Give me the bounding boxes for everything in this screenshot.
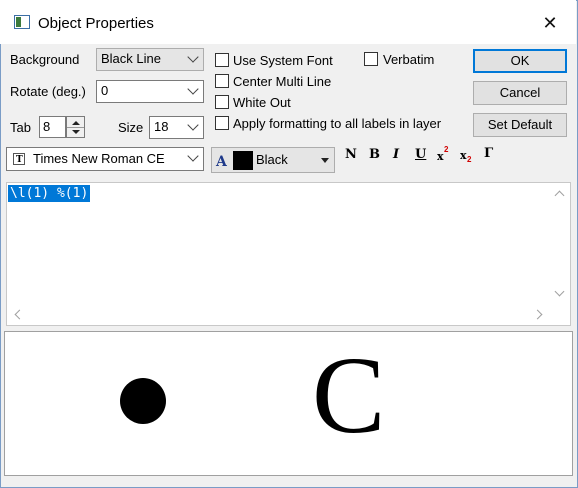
use-system-font-checkbox[interactable] <box>215 53 229 67</box>
superscript-button[interactable]: x 2 <box>437 145 453 163</box>
selected-label-text[interactable]: \l(1) %(1) <box>8 185 91 202</box>
color-value: Black <box>256 152 288 167</box>
tab-input[interactable]: 8 <box>39 116 66 138</box>
center-multi-line-label: Center Multi Line <box>233 74 332 89</box>
app-icon <box>14 15 30 29</box>
ok-button[interactable]: OK <box>473 49 567 73</box>
arrow-up-icon[interactable] <box>72 121 80 125</box>
bold-button[interactable]: B <box>369 147 380 162</box>
color-select[interactable]: A Black <box>211 147 335 173</box>
greek-button[interactable]: Γ <box>484 146 493 161</box>
color-swatch <box>233 151 253 170</box>
subscript-base: x <box>460 149 467 162</box>
font-color-icon: A <box>216 154 227 170</box>
verbatim-label: Verbatim <box>383 52 435 67</box>
size-value: 18 <box>154 119 169 134</box>
dropdown-arrow-icon <box>321 158 329 163</box>
apply-formatting-label: Apply formatting to all labels in layer <box>233 116 442 131</box>
arrow-down-icon[interactable] <box>72 130 80 134</box>
center-multi-line-checkbox[interactable] <box>215 74 229 88</box>
cancel-button[interactable]: Cancel <box>473 81 567 105</box>
white-out-label: White Out <box>233 95 291 110</box>
scroll-right-icon[interactable] <box>532 309 543 320</box>
vertical-scrollbar[interactable] <box>550 184 568 304</box>
preview-letter: C <box>312 334 386 456</box>
verbatim-checkbox[interactable] <box>364 52 378 66</box>
size-select[interactable]: 18 <box>149 116 204 139</box>
background-value: Black Line <box>101 51 161 66</box>
subscript-mark: 2 <box>467 155 472 164</box>
font-value: Times New Roman CE <box>33 151 165 166</box>
font-type-icon: T <box>13 153 25 165</box>
rotate-select[interactable]: 0 <box>96 80 204 103</box>
font-select[interactable]: T Times New Roman CE <box>6 147 204 171</box>
scroll-down-icon[interactable] <box>554 286 565 297</box>
use-system-font-label: Use System Font <box>233 53 333 68</box>
subscript-button[interactable]: x 2 <box>460 147 476 165</box>
chevron-down-icon <box>185 81 201 102</box>
background-label: Background <box>10 52 80 67</box>
superscript-mark: 2 <box>444 145 449 154</box>
circle-symbol-icon <box>120 378 166 424</box>
apply-formatting-checkbox[interactable] <box>215 116 229 130</box>
italic-button[interactable]: I <box>393 147 399 162</box>
rotate-value: 0 <box>101 83 109 98</box>
background-select[interactable]: Black Line <box>96 48 204 71</box>
chevron-down-icon <box>185 148 201 170</box>
underline-button[interactable]: U <box>415 147 426 162</box>
scroll-left-icon[interactable] <box>14 309 25 320</box>
preview-pane <box>4 331 573 476</box>
scroll-up-icon[interactable] <box>554 190 565 201</box>
tab-label: Tab <box>10 120 31 135</box>
rotate-label: Rotate (deg.) <box>10 84 86 99</box>
tab-stepper[interactable] <box>66 116 85 138</box>
size-label: Size <box>118 120 144 135</box>
set-default-button[interactable]: Set Default <box>473 113 567 137</box>
window-title: Object Properties <box>38 15 154 32</box>
chevron-down-icon <box>185 49 201 70</box>
normal-button[interactable]: N <box>345 147 357 162</box>
white-out-checkbox[interactable] <box>215 95 229 109</box>
close-icon[interactable]: ✕ <box>536 11 564 35</box>
superscript-base: x <box>437 150 444 163</box>
horizontal-scrollbar[interactable] <box>8 305 548 323</box>
chevron-down-icon <box>185 117 201 138</box>
